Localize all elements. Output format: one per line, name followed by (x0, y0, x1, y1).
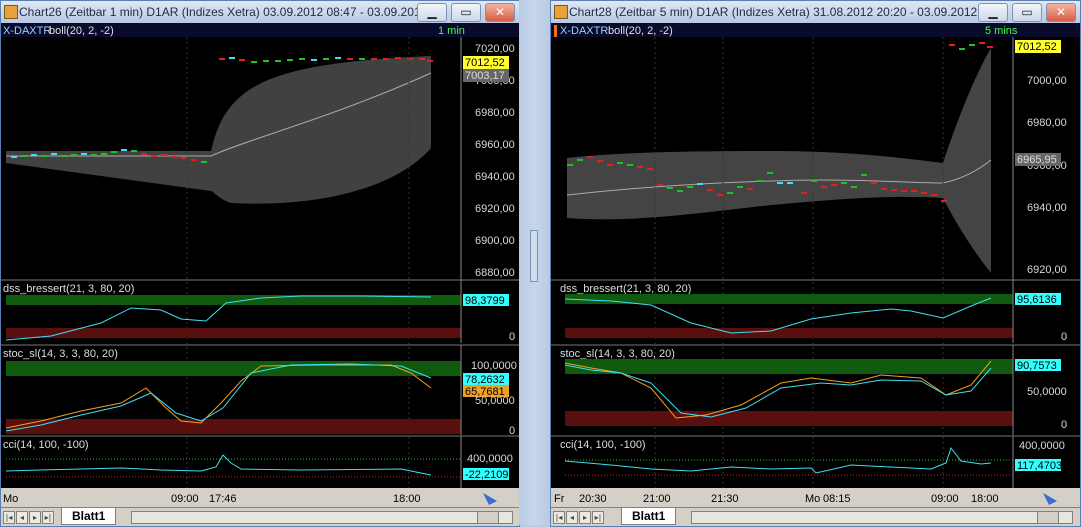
svg-text:50,0000: 50,0000 (1027, 386, 1067, 398)
svg-text:400,0000: 400,0000 (467, 453, 513, 465)
svg-text:6900,00: 6900,00 (475, 235, 515, 247)
svg-text:7020,00: 7020,00 (475, 43, 515, 55)
window-gap (519, 0, 549, 525)
title-bar[interactable]: Chart28 (Zeitbar 5 min) D1AR (Indizes Xe… (551, 1, 1080, 23)
svg-text:21:30: 21:30 (711, 493, 739, 505)
svg-text:50,0000: 50,0000 (475, 395, 515, 407)
minimize-button[interactable]: ▁ (978, 3, 1008, 22)
svg-text:6980,00: 6980,00 (1027, 117, 1067, 129)
svg-text:78,2632: 78,2632 (465, 374, 505, 386)
svg-text:0: 0 (509, 331, 515, 343)
sheet-tab-blatt1[interactable]: Blatt1 (61, 508, 117, 525)
svg-text:stoc_sl(14, 3, 3, 80, 20): stoc_sl(14, 3, 3, 80, 20) (560, 348, 675, 360)
window-title: Chart28 (Zeitbar 5 min) D1AR (Indizes Xe… (569, 5, 991, 19)
scroll-thumb[interactable] (477, 512, 499, 523)
svg-text:18:00: 18:00 (971, 493, 999, 505)
svg-text:20:30: 20:30 (579, 493, 607, 505)
svg-text:0: 0 (1061, 419, 1067, 431)
svg-text:7012,52: 7012,52 (1017, 41, 1057, 53)
svg-text:17:46: 17:46 (209, 493, 237, 505)
svg-text:90,7573: 90,7573 (1017, 360, 1057, 372)
svg-text:dss_bressert(21, 3, 80, 20): dss_bressert(21, 3, 80, 20) (3, 283, 134, 295)
svg-text:6960,00: 6960,00 (475, 139, 515, 151)
svg-text:09:00: 09:00 (931, 493, 959, 505)
maximize-button[interactable]: ▭ (1012, 3, 1042, 22)
svg-text:0: 0 (1061, 331, 1067, 343)
sheet-tabbar: |◂ ◂ ▸ ▸| Blatt1 (1, 507, 519, 526)
indicator-label: boll(20, 2, -2) (608, 25, 673, 37)
symbol-label: X-DAXTR (560, 25, 608, 37)
symbol-label: X-DAXTR (3, 25, 51, 37)
minimize-button[interactable]: ▁ (417, 3, 447, 22)
time-axis: Mo 09:00 17:46 18:00 (1, 488, 519, 508)
svg-text:09:00: 09:00 (171, 493, 199, 505)
horizontal-scrollbar[interactable] (691, 511, 1073, 524)
svg-text:08:15: 08:15 (823, 493, 851, 505)
svg-text:6880,00: 6880,00 (475, 267, 515, 279)
chart-app-icon (554, 5, 568, 19)
chart-area[interactable]: X-DAXTR boll(20, 2, -2) 1 min 7020,00 69… (1, 23, 519, 508)
svg-text:cci(14, 100, -100): cci(14, 100, -100) (560, 439, 646, 451)
window-title: Chart26 (Zeitbar 1 min) D1AR (Indizes Xe… (19, 5, 448, 19)
svg-text:cci(14, 100, -100): cci(14, 100, -100) (3, 439, 89, 451)
svg-text:6940,00: 6940,00 (475, 171, 515, 183)
svg-text:6980,00: 6980,00 (475, 107, 515, 119)
prev-sheet-icon[interactable]: ◂ (16, 511, 28, 524)
svg-text:-22,2109: -22,2109 (465, 469, 508, 481)
svg-text:98,3799: 98,3799 (465, 295, 505, 307)
svg-text:18:00: 18:00 (393, 493, 421, 505)
next-sheet-icon[interactable]: ▸ (579, 511, 591, 524)
indicator-label: boll(20, 2, -2) (49, 25, 114, 37)
close-button[interactable]: ✕ (1046, 3, 1076, 22)
svg-text:dss_bressert(21, 3, 80, 20): dss_bressert(21, 3, 80, 20) (560, 283, 691, 295)
chart-app-icon (4, 5, 18, 19)
maximize-button[interactable]: ▭ (451, 3, 481, 22)
chart26-window[interactable]: Chart26 (Zeitbar 1 min) D1AR (Indizes Xe… (0, 0, 520, 527)
svg-text:6920,00: 6920,00 (1027, 264, 1067, 276)
svg-text:6920,00: 6920,00 (475, 203, 515, 215)
svg-text:117,4703: 117,4703 (1017, 460, 1062, 472)
chart-area[interactable]: X-DAXTR boll(20, 2, -2) 5 mins 7000,00 6… (551, 23, 1080, 508)
horizontal-scrollbar[interactable] (131, 511, 513, 524)
svg-text:7003,17: 7003,17 (465, 70, 505, 82)
timeframe-label: 5 mins (985, 25, 1018, 37)
svg-text:Mo: Mo (3, 493, 18, 505)
last-sheet-icon[interactable]: ▸| (42, 511, 54, 524)
svg-text:Fr: Fr (554, 493, 565, 505)
svg-text:0: 0 (509, 425, 515, 437)
svg-text:6940,00: 6940,00 (1027, 202, 1067, 214)
splitter-handle[interactable] (530, 230, 538, 282)
svg-text:6965,95: 6965,95 (1017, 154, 1057, 166)
next-sheet-icon[interactable]: ▸ (29, 511, 41, 524)
chart28-window[interactable]: Chart28 (Zeitbar 5 min) D1AR (Indizes Xe… (550, 0, 1081, 527)
prev-sheet-icon[interactable]: ◂ (566, 511, 578, 524)
time-axis: Fr 20:30 21:00 21:30 Mo 08:15 09:00 18:0… (551, 488, 1080, 508)
scroll-thumb[interactable] (1037, 512, 1059, 523)
first-sheet-icon[interactable]: |◂ (553, 511, 565, 524)
first-sheet-icon[interactable]: |◂ (3, 511, 15, 524)
svg-text:7000,00: 7000,00 (1027, 75, 1067, 87)
sheet-tab-blatt1[interactable]: Blatt1 (621, 508, 677, 525)
svg-text:400,0000: 400,0000 (1019, 440, 1065, 452)
title-bar[interactable]: Chart26 (Zeitbar 1 min) D1AR (Indizes Xe… (1, 1, 519, 23)
sheet-tabbar: |◂ ◂ ▸ ▸| Blatt1 (551, 507, 1080, 526)
svg-text:21:00: 21:00 (643, 493, 671, 505)
last-sheet-icon[interactable]: ▸| (592, 511, 604, 524)
svg-text:7012,52: 7012,52 (465, 57, 505, 69)
svg-text:95,6136: 95,6136 (1017, 294, 1057, 306)
close-button[interactable]: ✕ (485, 3, 515, 22)
svg-text:stoc_sl(14, 3, 3, 80, 20): stoc_sl(14, 3, 3, 80, 20) (3, 348, 118, 360)
svg-text:Mo: Mo (805, 493, 820, 505)
timeframe-label: 1 min (438, 25, 465, 37)
svg-text:100,0000: 100,0000 (471, 360, 517, 372)
